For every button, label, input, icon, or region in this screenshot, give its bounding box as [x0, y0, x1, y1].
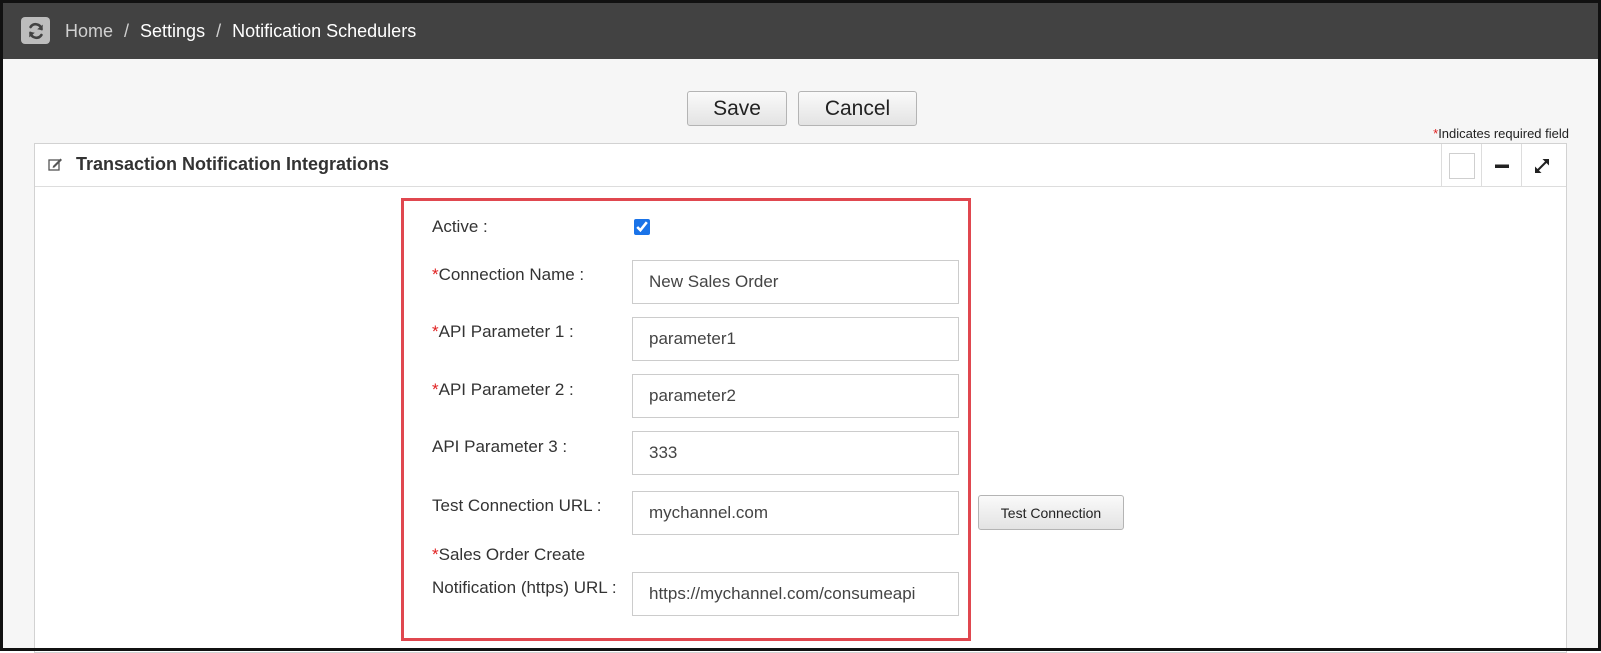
api-parameter-2-input[interactable] [632, 374, 959, 418]
connection-name-label-text: Connection Name : [438, 265, 585, 284]
active-label: Active : [432, 217, 488, 236]
breadcrumb: Home / Settings / Notification Schedulers [65, 19, 416, 43]
blank-square-icon [1448, 152, 1475, 179]
api-parameter-2-label-text: API Parameter 2 : [438, 380, 574, 399]
breadcrumb-home[interactable]: Home [65, 21, 113, 41]
api-parameter-3-label: API Parameter 3 : [432, 437, 568, 456]
cancel-button[interactable]: Cancel [798, 91, 917, 126]
refresh-icon [28, 22, 43, 39]
panel-option-button[interactable] [1441, 144, 1481, 187]
refresh-button[interactable] [21, 17, 50, 44]
sales-order-create-url-label: *Sales Order Create Notification (https)… [432, 538, 622, 604]
connection-name-label: *Connection Name : [432, 265, 584, 285]
required-note-text: Indicates required field [1438, 126, 1569, 141]
sales-order-create-url-input[interactable] [632, 572, 959, 616]
test-connection-url-label: Test Connection URL : [432, 496, 602, 515]
breadcrumb-settings[interactable]: Settings [140, 21, 205, 41]
breadcrumb-separator: / [124, 21, 130, 41]
expand-button[interactable] [1521, 144, 1561, 187]
test-connection-button[interactable]: Test Connection [978, 495, 1124, 530]
api-parameter-1-label-text: API Parameter 1 : [438, 322, 574, 341]
top-bar: Home / Settings / Notification Schedulers [0, 0, 1601, 59]
api-parameter-1-input[interactable] [632, 317, 959, 361]
required-marker: * [432, 380, 439, 399]
api-parameter-1-label: *API Parameter 1 : [432, 322, 574, 342]
minimize-icon [1494, 164, 1509, 168]
expand-icon [1534, 158, 1549, 173]
active-checkbox[interactable] [634, 219, 650, 235]
api-parameter-2-label: *API Parameter 2 : [432, 380, 574, 400]
save-button[interactable]: Save [687, 91, 787, 126]
connection-name-input[interactable] [632, 260, 959, 304]
breadcrumb-notification-schedulers: Notification Schedulers [232, 21, 417, 41]
required-marker: * [432, 545, 439, 564]
sales-order-create-url-label-text: Sales Order Create Notification (https) … [432, 545, 617, 597]
panel-title: Transaction Notification Integrations [76, 154, 390, 174]
panel-header: Transaction Notification Integrations [35, 144, 1566, 187]
breadcrumb-separator: / [216, 21, 222, 41]
required-marker: * [432, 265, 439, 284]
test-connection-url-input[interactable] [632, 491, 959, 535]
api-parameter-3-input[interactable] [632, 431, 959, 475]
edit-icon [48, 158, 62, 171]
minimize-button[interactable] [1481, 144, 1521, 187]
required-marker: * [432, 322, 439, 341]
required-field-note: *Indicates required field [1433, 126, 1569, 141]
